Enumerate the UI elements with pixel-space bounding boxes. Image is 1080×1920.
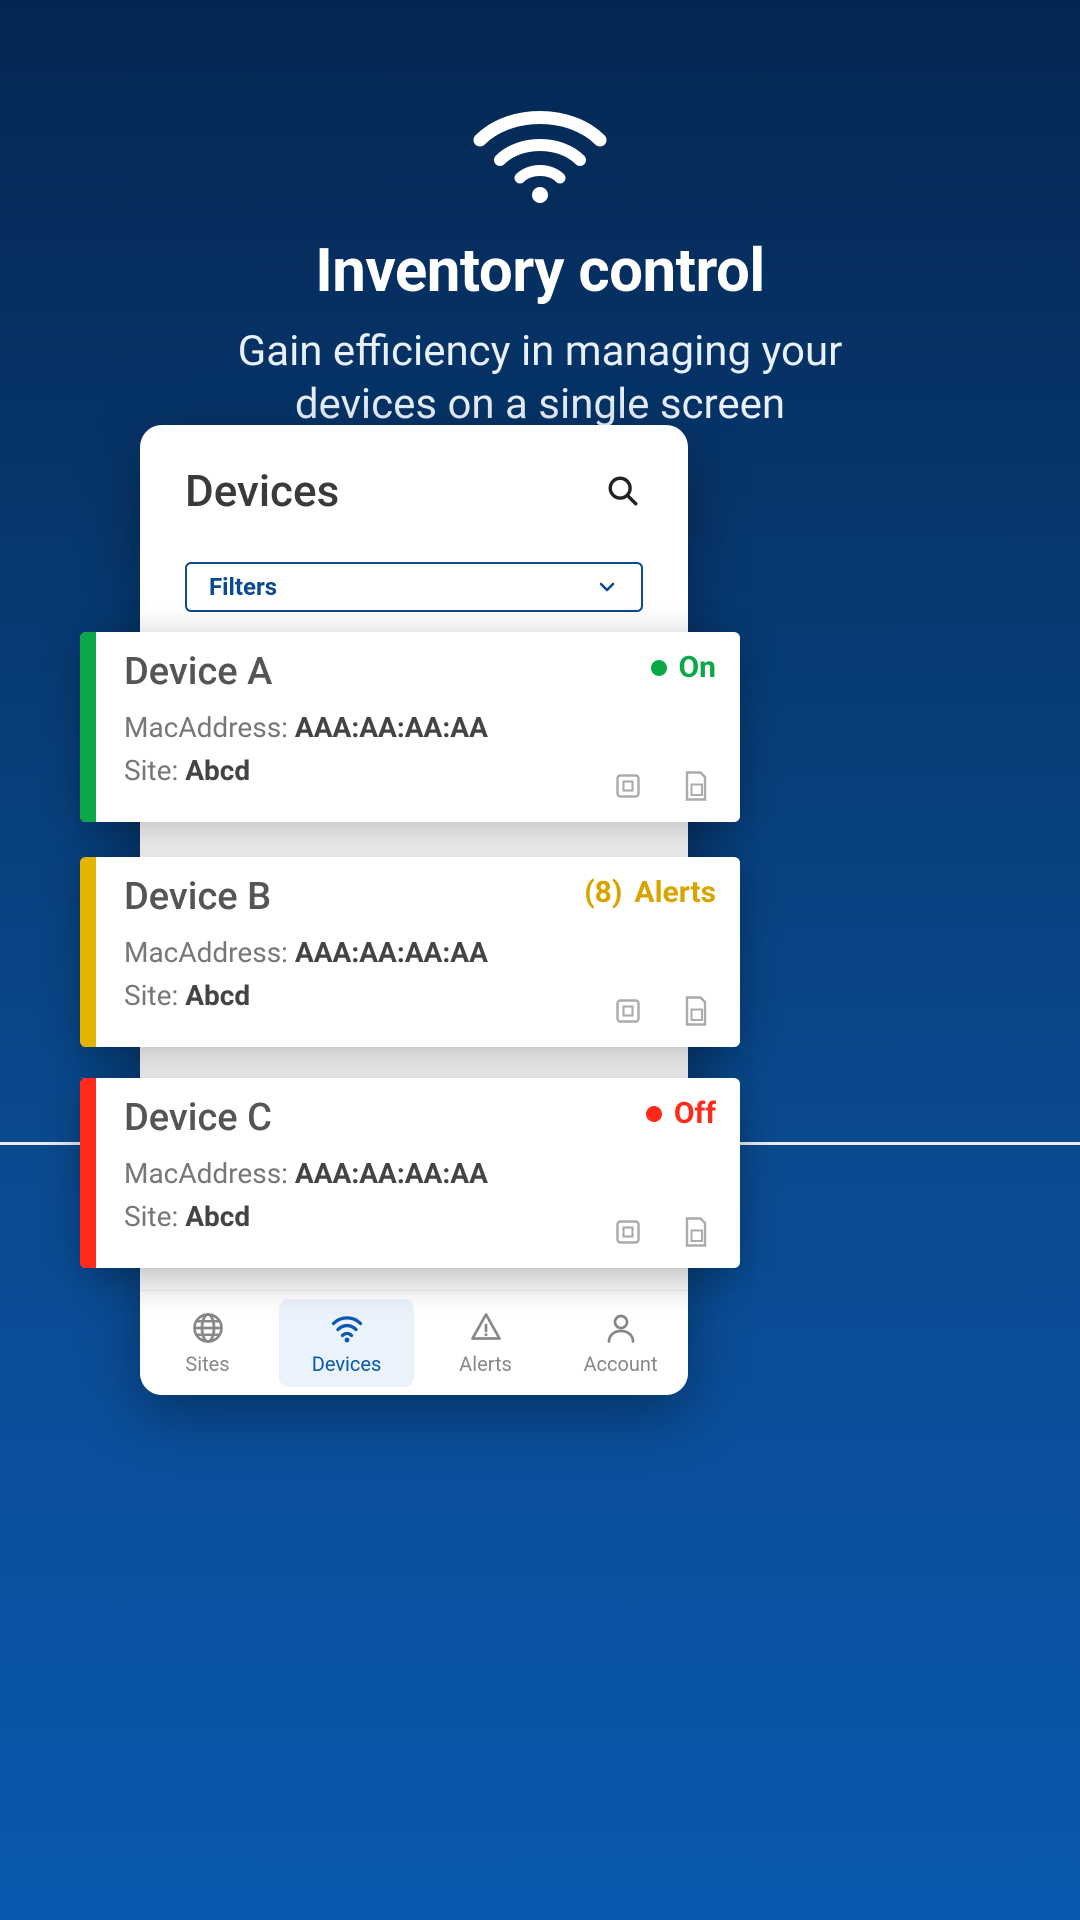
card-action-icons <box>608 1212 716 1252</box>
nav-alerts[interactable]: Alerts <box>418 1291 553 1395</box>
nav-label: Devices <box>312 1352 382 1376</box>
globe-icon <box>190 1310 226 1346</box>
sim-icon[interactable] <box>676 1212 716 1252</box>
bottom-nav: Sites Devices Alerts Account <box>140 1290 688 1395</box>
screen-title: Devices <box>185 465 339 517</box>
alert-triangle-icon <box>468 1310 504 1346</box>
device-card[interactable]: Device A MacAddress: AAA:AA:AA:AA Site: … <box>80 632 740 822</box>
device-mac: MacAddress: AAA:AA:AA:AA <box>124 1152 716 1195</box>
device-mac: MacAddress: AAA:AA:AA:AA <box>124 706 716 749</box>
person-icon <box>603 1310 639 1346</box>
hero-section: Inventory control Gain efficiency in man… <box>0 0 1080 431</box>
device-name: Device A <box>124 650 716 694</box>
device-status: Off <box>646 1096 716 1131</box>
card-action-icons <box>608 766 716 806</box>
filters-label: Filters <box>209 573 277 601</box>
device-mac: MacAddress: AAA:AA:AA:AA <box>124 931 716 974</box>
status-dot-icon <box>646 1106 662 1122</box>
filters-dropdown[interactable]: Filters <box>185 562 643 612</box>
status-stripe <box>80 857 96 1047</box>
nav-label: Alerts <box>459 1352 512 1376</box>
chip-icon[interactable] <box>608 991 648 1031</box>
status-stripe <box>80 1078 96 1268</box>
device-card[interactable]: Device C MacAddress: AAA:AA:AA:AA Site: … <box>80 1078 740 1268</box>
device-card[interactable]: Device B MacAddress: AAA:AA:AA:AA Site: … <box>80 857 740 1047</box>
hero-subtitle: Gain efficiency in managing your devices… <box>0 326 1080 431</box>
nav-label: Sites <box>185 1352 229 1376</box>
alert-count: (8) <box>584 875 622 910</box>
device-status: (8) Alerts <box>584 875 716 910</box>
chip-icon[interactable] <box>608 766 648 806</box>
wifi-icon <box>329 1310 365 1346</box>
search-icon <box>606 474 640 508</box>
status-dot-icon <box>651 660 667 676</box>
nav-label: Account <box>583 1352 657 1376</box>
hero-title: Inventory control <box>0 235 1080 306</box>
chip-icon[interactable] <box>608 1212 648 1252</box>
search-button[interactable] <box>603 471 643 511</box>
nav-account[interactable]: Account <box>553 1291 688 1395</box>
card-action-icons <box>608 991 716 1031</box>
screen-header: Devices <box>140 425 688 542</box>
status-stripe <box>80 632 96 822</box>
device-name: Device C <box>124 1096 716 1140</box>
nav-sites[interactable]: Sites <box>140 1291 275 1395</box>
sim-icon[interactable] <box>676 991 716 1031</box>
sim-icon[interactable] <box>676 766 716 806</box>
wifi-icon <box>0 105 1080 205</box>
device-status: On <box>651 650 717 685</box>
chevron-down-icon <box>595 575 619 599</box>
nav-devices[interactable]: Devices <box>279 1299 414 1387</box>
